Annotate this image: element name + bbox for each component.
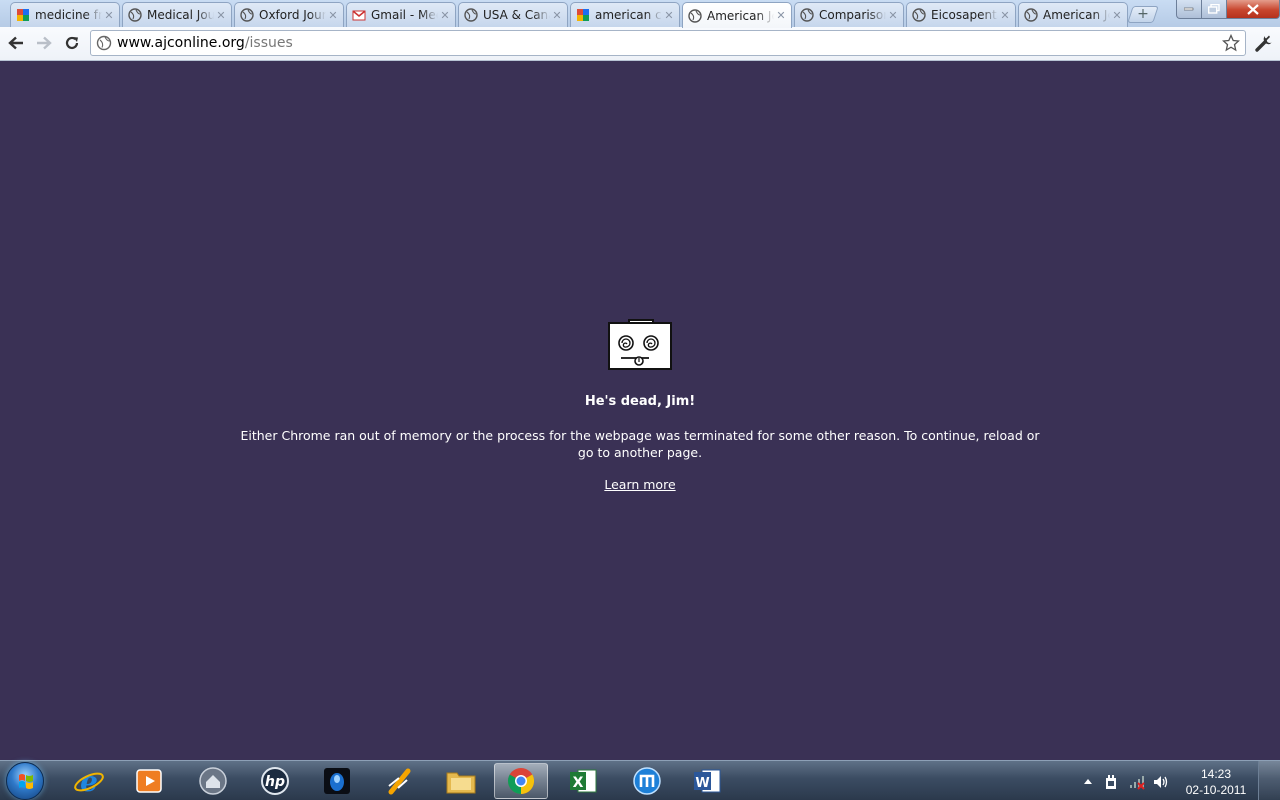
close-icon [1247,3,1259,15]
tab-4[interactable]: USA & Cana ✕ [458,2,568,27]
tab-0[interactable]: medicine fr ✕ [10,2,120,27]
minimize-button[interactable] [1176,0,1202,19]
show-hidden-icons-arrow-icon[interactable] [1083,777,1093,785]
svg-text:hp: hp [265,774,285,790]
tab-close-icon[interactable]: ✕ [438,9,452,22]
globe-icon [239,7,255,23]
globe-icon [687,8,703,24]
clock-time: 14:23 [1200,767,1232,781]
tab-close-icon[interactable]: ✕ [214,9,228,22]
plus-icon: + [1137,6,1149,22]
minimize-icon [1184,7,1194,11]
tab-close-icon[interactable]: ✕ [1110,9,1124,22]
maximize-button[interactable] [1201,0,1227,19]
google-icon [15,7,31,23]
new-tab-button[interactable]: + [1127,6,1159,23]
maxthon-icon[interactable] [620,763,674,799]
gmail-icon [351,7,367,23]
reload-icon [65,36,79,50]
network-signal-icon[interactable] [1129,774,1147,790]
globe-icon [911,7,927,23]
svg-text:e: e [80,765,98,797]
power-plug-icon[interactable] [1104,774,1118,790]
media-player-icon[interactable] [122,763,176,799]
windows-logo-icon [19,774,33,789]
wrench-menu-icon[interactable] [1253,32,1275,54]
tab-close-icon[interactable]: ✕ [550,9,564,22]
close-window-button[interactable] [1226,0,1280,19]
start-button[interactable] [6,762,44,800]
home-network-icon[interactable] [186,763,240,799]
tab-title: American Jc [707,8,774,23]
internet-explorer-icon[interactable]: e [62,763,116,799]
tab-9[interactable]: American Jc ✕ [1018,2,1128,27]
tab-1[interactable]: Medical Jou ✕ [122,2,232,27]
bookmark-star-icon[interactable] [1222,34,1240,52]
globe-icon [1023,7,1039,23]
tab-close-icon[interactable]: ✕ [774,9,788,22]
browser-toolbar: www.ajconline.org/issues [0,27,1280,61]
sad-tab-message: Either Chrome ran out of memory or the p… [240,428,1040,460]
taskbar-clock[interactable]: 14:23 02-10-2011 [1181,766,1251,798]
url-path: /issues [244,35,293,51]
tab-close-icon[interactable]: ✕ [326,9,340,22]
url-text: www.ajconline.org/issues [117,35,293,51]
tab-title: medicine fr [35,8,102,22]
tab-title: Comparisor [819,8,886,22]
page-icon [96,35,112,51]
windows-taskbar: e hp X W 14:23 02-10-2011 [0,760,1280,800]
sad-tab-title: He's dead, Jim! [584,394,696,409]
file-explorer-icon[interactable] [434,763,488,799]
restore-icon [1208,4,1220,14]
globe-icon [463,7,479,23]
volume-icon[interactable] [1153,774,1169,790]
sad-tab-page: He's dead, Jim! Either Chrome ran out of… [0,61,1280,760]
tab-close-icon[interactable]: ✕ [102,9,116,22]
reload-button[interactable] [60,32,84,54]
tab-title: American Jc [1043,8,1110,22]
excel-icon[interactable]: X [556,763,610,799]
tab-8[interactable]: Eicosapenta ✕ [906,2,1016,27]
tab-title: american ca [595,8,662,22]
url-host: www.ajconline.org [117,35,245,51]
back-arrow-icon [8,36,23,50]
globe-icon [127,7,143,23]
learn-more-link[interactable]: Learn more [604,477,675,492]
forward-arrow-icon [37,36,52,50]
tab-3[interactable]: Gmail - Mec ✕ [346,2,456,27]
tab-close-icon[interactable]: ✕ [662,9,676,22]
tab-6-active[interactable]: American Jc ✕ [682,2,792,28]
google-icon [575,7,591,23]
tab-5[interactable]: american ca ✕ [570,2,680,27]
tab-7[interactable]: Comparisor ✕ [794,2,904,27]
svg-text:X: X [573,775,584,791]
tab-title: Oxford Jour [259,8,326,22]
tab-title: Medical Jou [147,8,214,22]
tab-close-icon[interactable]: ✕ [998,9,1012,22]
tab-title: Gmail - Mec [371,8,438,22]
hp-icon[interactable]: hp [248,763,302,799]
tab-strip: medicine fr ✕ Medical Jou ✕ Oxford Jour … [0,0,1280,28]
winamp-icon[interactable] [372,763,426,799]
address-bar[interactable]: www.ajconline.org/issues [90,30,1246,56]
tab-title: Eicosapenta [931,8,998,22]
sad-tab-icon [608,319,672,370]
show-desktop-button[interactable] [1258,761,1280,800]
dark-orb-app-icon[interactable] [310,763,364,799]
chrome-icon[interactable] [494,763,548,799]
globe-icon [799,7,815,23]
tab-2[interactable]: Oxford Jour ✕ [234,2,344,27]
word-icon[interactable]: W [680,763,734,799]
back-button[interactable] [4,32,28,54]
forward-button[interactable] [32,32,56,54]
tab-close-icon[interactable]: ✕ [886,9,900,22]
clock-date: 02-10-2011 [1185,783,1247,797]
svg-text:W: W [695,776,709,791]
tab-title: USA & Cana [483,8,550,22]
